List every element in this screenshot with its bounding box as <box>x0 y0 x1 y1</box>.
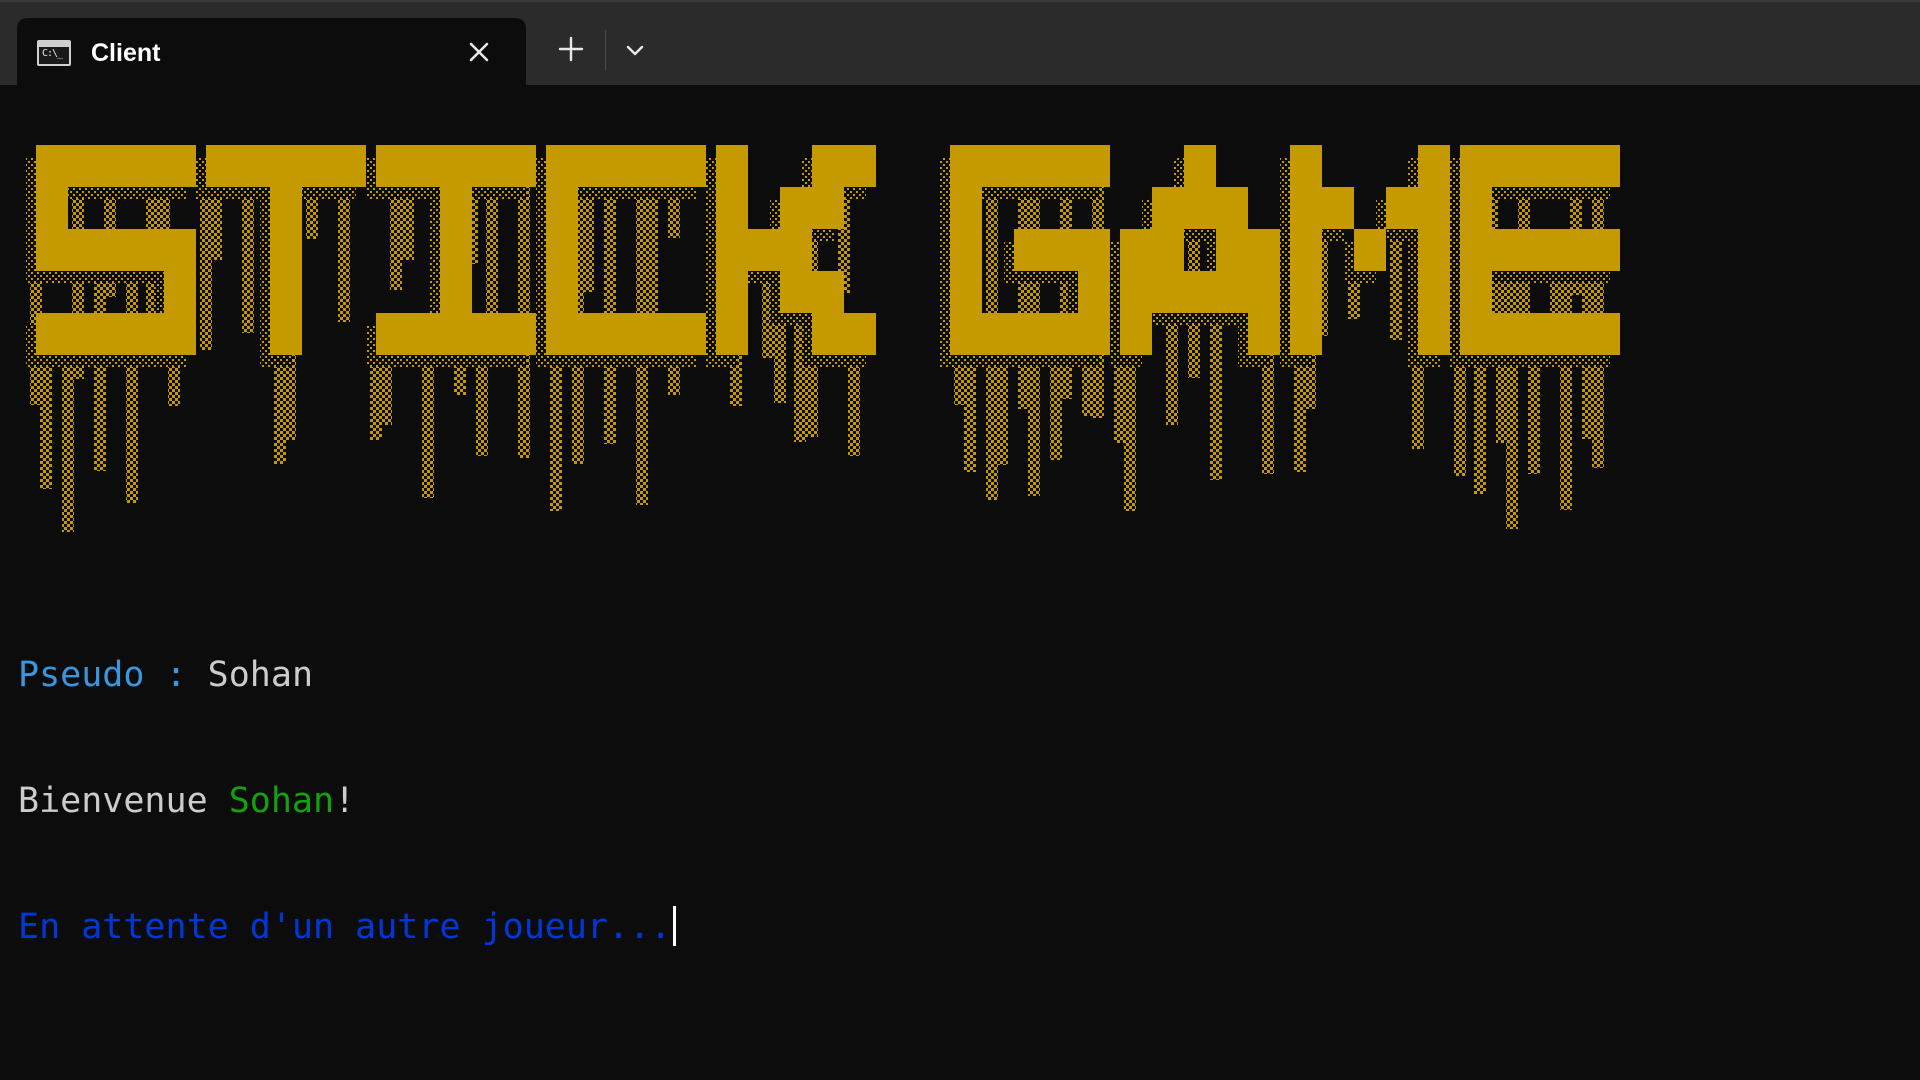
tab-separator <box>605 30 606 70</box>
terminal-window: C:\_ Client Pseudo: Sohan Bienvenue Soh… <box>0 0 1920 1080</box>
welcome-line: Bienvenue Sohan! <box>18 780 676 822</box>
waiting-line: En attente d'un autre joueur... <box>18 906 677 948</box>
pseudo-line: Pseudo : Sohan <box>18 654 676 696</box>
close-icon[interactable] <box>463 36 495 68</box>
welcome-suffix: ! <box>334 781 356 821</box>
pseudo-value: Sohan <box>207 655 314 695</box>
tab-title: Client <box>91 39 161 67</box>
tab-client[interactable]: C:\_ Client <box>17 18 526 87</box>
waiting-text: En attente d'un autre joueur... <box>18 907 672 947</box>
console-text: Pseudo : Sohan Bienvenue Sohan! En atten… <box>18 570 677 1032</box>
plus-icon[interactable] <box>556 34 586 64</box>
chevron-down-icon[interactable] <box>620 38 650 62</box>
banner-letters <box>36 145 1620 355</box>
pseudo-label: Pseudo : <box>18 655 208 695</box>
terminal-output[interactable]: Pseudo : Sohan Bienvenue Sohan! En atten… <box>0 85 1920 1080</box>
text-cursor <box>673 906 677 946</box>
terminal-icon: C:\_ <box>37 40 71 66</box>
stick-game-banner <box>26 145 1620 532</box>
welcome-name: Sohan <box>228 781 335 821</box>
title-bar: C:\_ Client <box>0 0 1920 87</box>
welcome-prefix: Bienvenue <box>18 781 229 821</box>
